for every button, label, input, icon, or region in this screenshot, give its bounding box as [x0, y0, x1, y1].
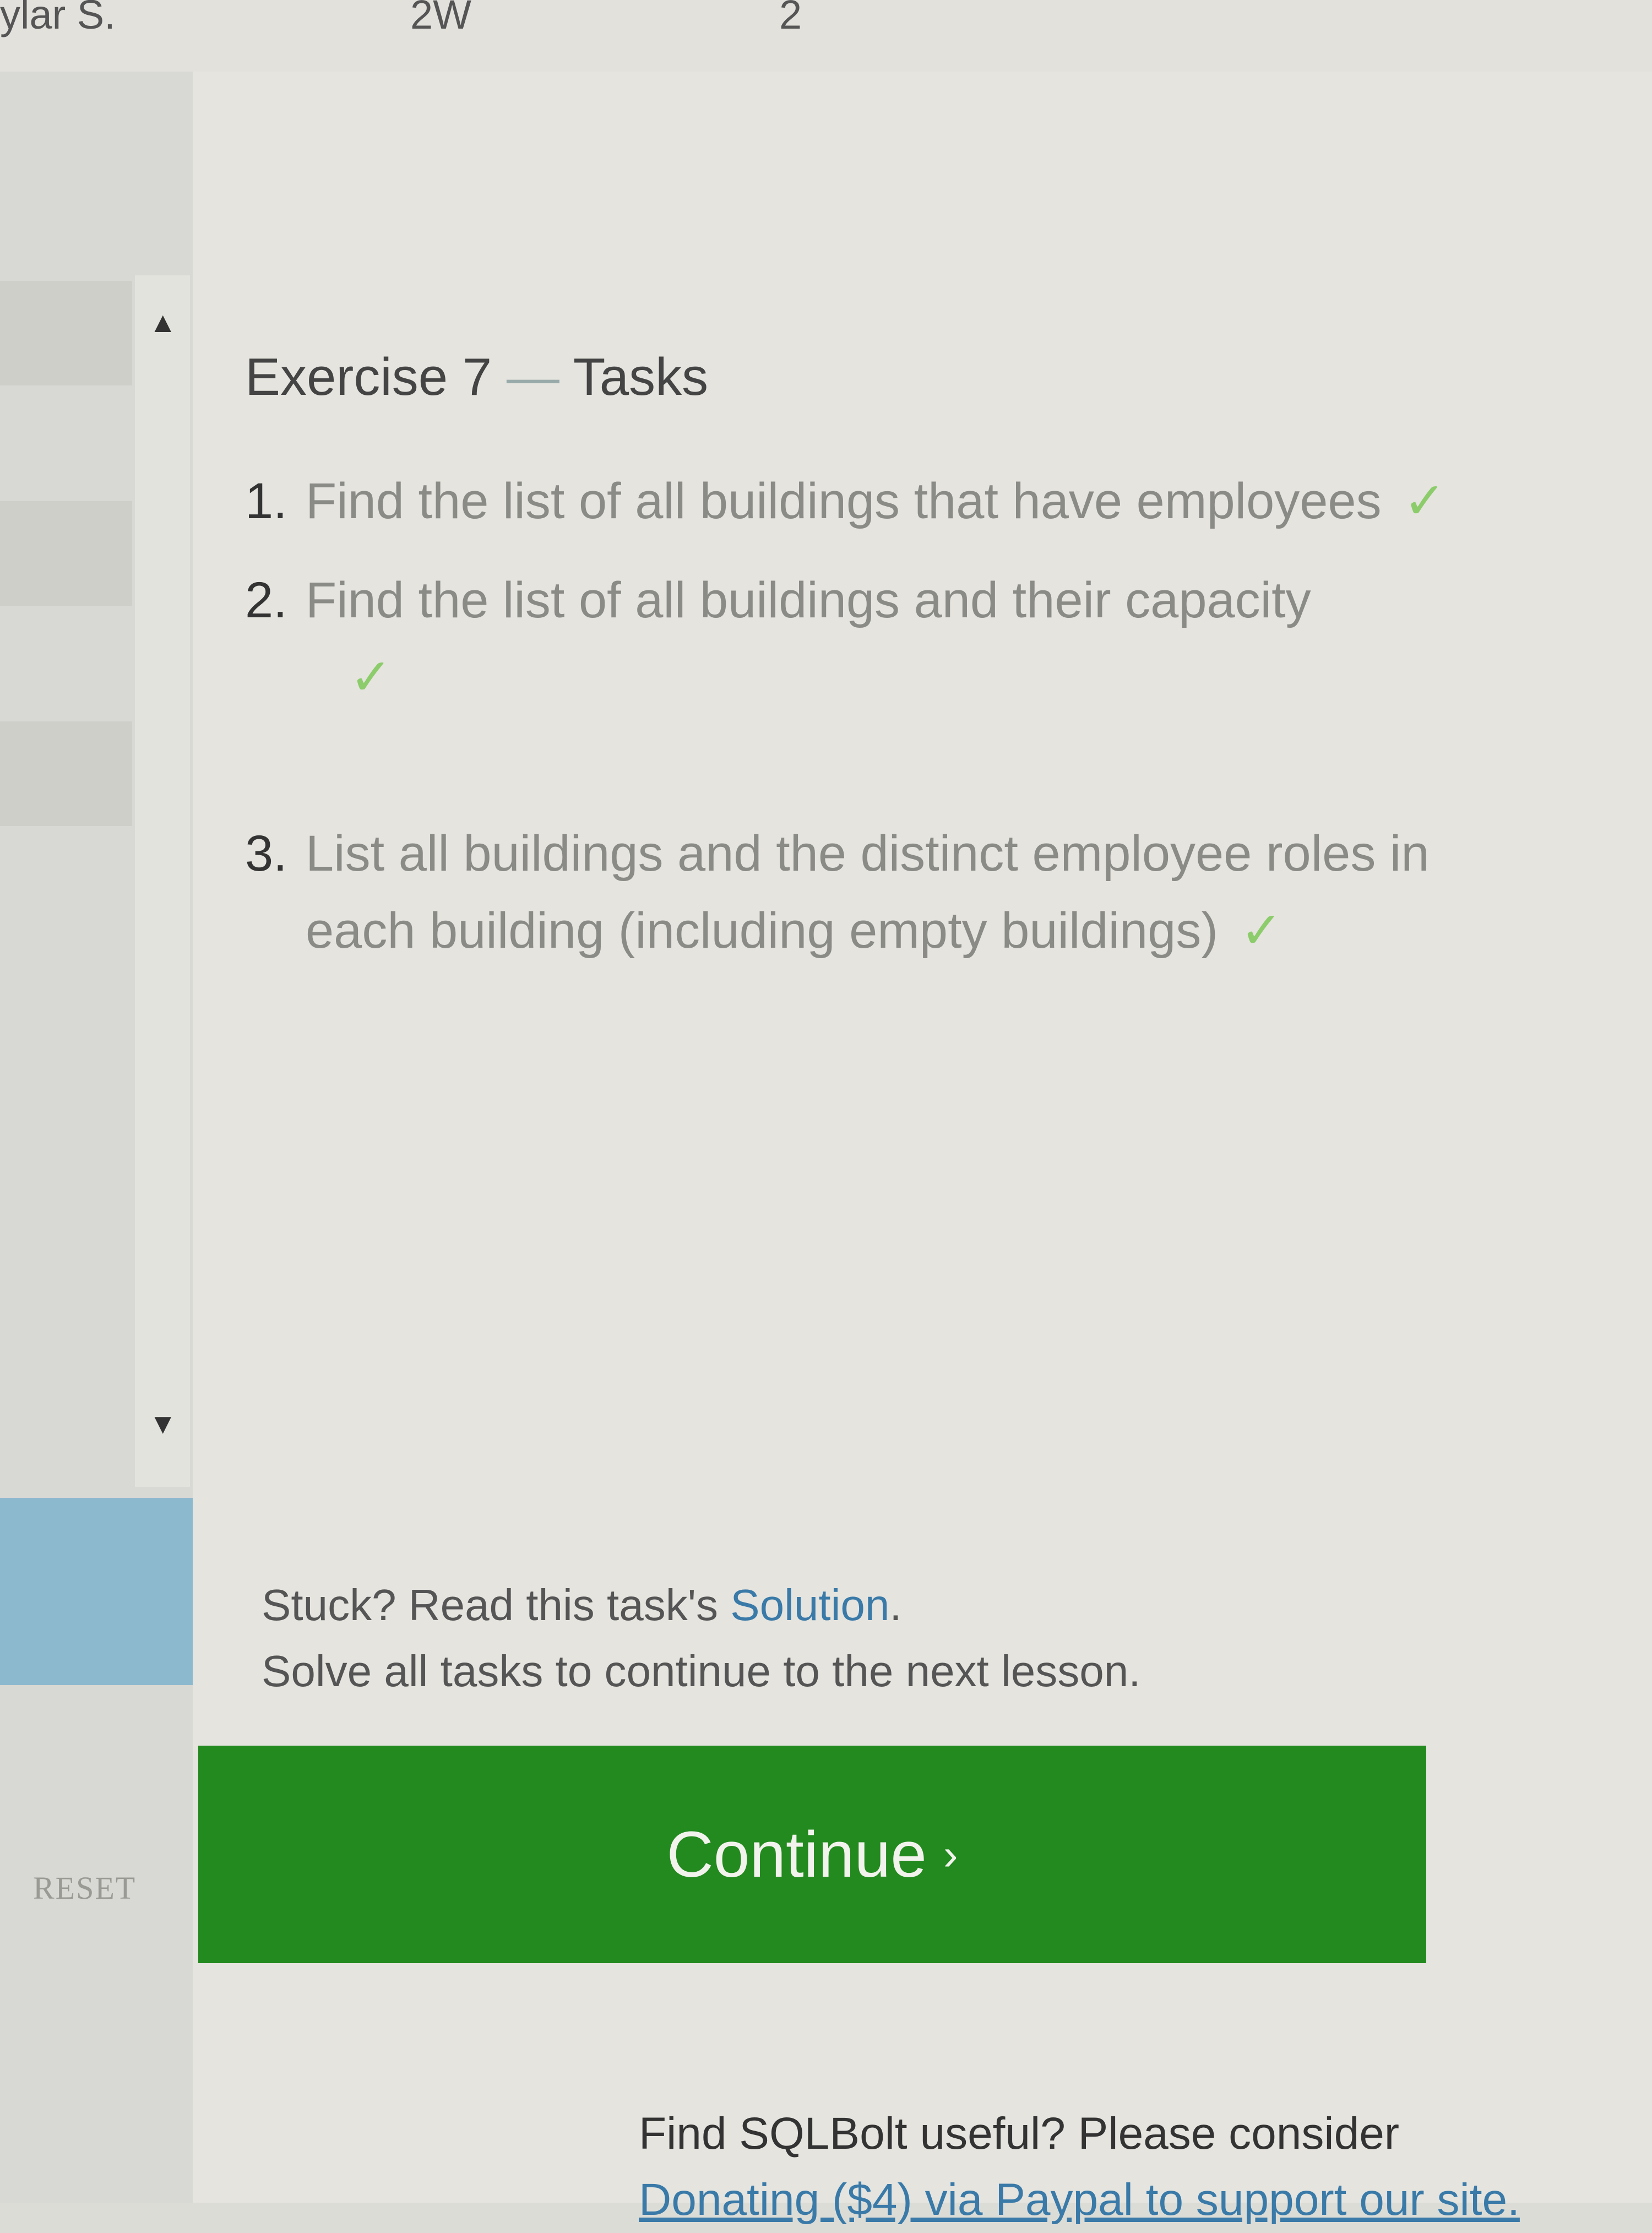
- editor-row: [0, 501, 132, 606]
- solve-all-text: Solve all tasks to continue to the next …: [262, 1647, 1141, 1696]
- scroll-up-icon[interactable]: ▲: [149, 308, 177, 337]
- exercise-title: Exercise 7 — Tasks: [245, 347, 708, 408]
- task-number: 3.: [245, 825, 287, 882]
- task-text: Find the list of all buildings that have…: [306, 473, 1382, 529]
- scroll-down-icon[interactable]: ▼: [149, 1410, 177, 1438]
- task-item-2: 2. Find the list of all buildings and the…: [245, 562, 1457, 716]
- toolbar-user-label: ylar S.: [0, 0, 116, 37]
- exercise-title-tail: Tasks: [573, 347, 709, 406]
- title-dash: —: [506, 347, 559, 406]
- check-icon: ✓: [1240, 903, 1283, 959]
- task-item-3: 3. List all buildings and the distinct em…: [245, 815, 1457, 969]
- continue-label: Continue: [666, 1818, 927, 1891]
- chevron-right-icon: ›: [943, 1829, 958, 1879]
- reset-button[interactable]: RESET: [33, 1870, 136, 1906]
- toolbar-label-2: 2: [779, 0, 802, 37]
- continue-button[interactable]: Continue ›: [198, 1746, 1426, 1963]
- donate-footer: Find SQLBolt useful? Please consider Don…: [639, 2101, 1520, 2233]
- exercise-title-main: Exercise 7: [245, 347, 492, 406]
- top-toolbar: ylar S. 2W 2: [0, 0, 1652, 72]
- editor-row: [0, 721, 132, 826]
- scrollbar[interactable]: [135, 275, 190, 1487]
- stuck-prefix: Stuck? Read this task's: [262, 1580, 731, 1629]
- editor-row: [0, 281, 132, 385]
- footer-text: Find SQLBolt useful? Please consider: [639, 2109, 1400, 2159]
- task-number: 1.: [245, 473, 287, 529]
- task-list: 1. Find the list of all buildings that ha…: [245, 463, 1457, 991]
- stuck-line: Stuck? Read this task's Solution.: [262, 1572, 1140, 1638]
- donate-link[interactable]: Donating ($4) via Paypal to support our …: [639, 2175, 1520, 2225]
- help-text: Stuck? Read this task's Solution. Solve …: [262, 1572, 1140, 1704]
- stuck-suffix: .: [889, 1580, 902, 1629]
- task-text: Find the list of all buildings and their…: [306, 572, 1311, 628]
- check-icon: ✓: [1403, 473, 1446, 529]
- task-number: 2.: [245, 572, 287, 628]
- task-item-1: 1. Find the list of all buildings that ha…: [245, 463, 1457, 540]
- check-icon: ✓: [350, 649, 393, 705]
- results-panel: [0, 1498, 193, 1685]
- toolbar-label: 2W: [410, 0, 471, 37]
- solution-link[interactable]: Solution: [730, 1580, 889, 1629]
